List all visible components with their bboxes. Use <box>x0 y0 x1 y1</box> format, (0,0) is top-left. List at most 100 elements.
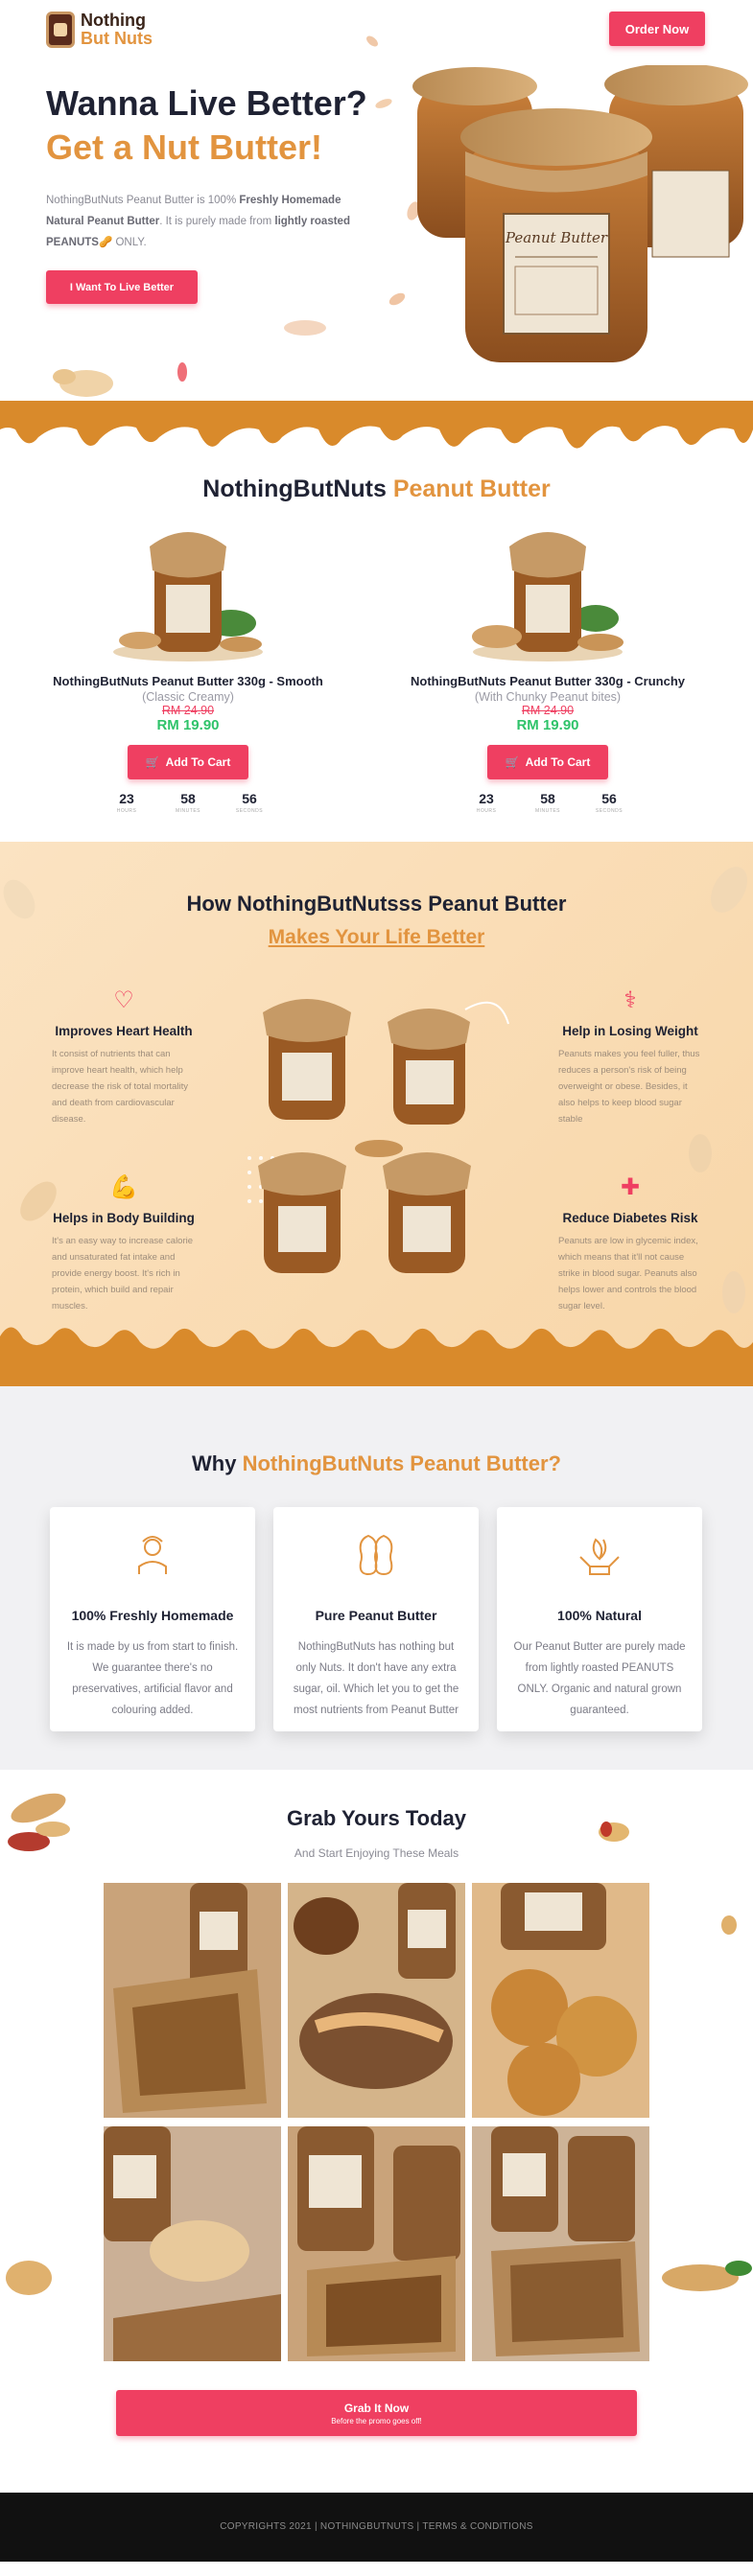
gallery-subtitle: And Start Enjoying These Meals <box>294 1846 459 1860</box>
grab-button-label: Grab It Now <box>343 2401 410 2415</box>
desc-part-3: . It is purely made from <box>159 216 275 227</box>
desc-part-5: PEANUTS <box>46 237 99 248</box>
product-old-price: RM 24.90 <box>161 704 215 717</box>
timer-unit: MINUTES <box>535 808 560 814</box>
timer-value: 58 <box>540 791 555 806</box>
svg-text:Peanut Butter: Peanut Butter <box>505 229 608 246</box>
grab-it-now-button[interactable]: Grab It Now Before the promo goes off! <box>116 2390 637 2436</box>
timer-minutes: 58 MINUTES <box>531 791 564 814</box>
feature-card-natural: 100% Natural Our Peanut Butter are purel… <box>497 1507 702 1731</box>
benefit-text: Peanuts are low in glycemic index, which… <box>558 1236 698 1311</box>
benefit-weight: ⚕ Help in Losing Weight Peanuts makes yo… <box>558 986 702 1127</box>
product-name: NothingButNuts Peanut Butter 330g - Smoo… <box>53 674 323 688</box>
feature-card-pure: Pure Peanut Butter NothingButNuts has no… <box>273 1507 479 1731</box>
benefits-bottom-drip <box>0 1327 753 1386</box>
timer-seconds: 56 SECONDS <box>233 791 266 814</box>
caramel-drip-divider <box>0 401 753 460</box>
brand-name: Nothing But Nuts <box>81 12 153 48</box>
feature-text: Our Peanut Butter are purely made from l… <box>513 1641 686 1716</box>
timer-hours: 23 HOURS <box>110 791 143 814</box>
footer: COPYRIGHTS 2021 | NOTHINGBUTNUTS | TERMS… <box>0 2493 753 2562</box>
weight-loss-icon: ⚕ <box>624 986 637 1013</box>
benefit-diabetes: ✚ Reduce Diabetes Risk Peanuts are low i… <box>558 1172 702 1314</box>
feature-text: It is made by us from start to finish. W… <box>66 1641 239 1716</box>
product-card-crunchy: NothingButNuts Peanut Butter 330g - Crun… <box>385 518 711 814</box>
brand-logo[interactable]: Nothing But Nuts <box>46 12 153 48</box>
benefit-title: Improves Heart Health <box>55 1024 193 1038</box>
gallery-photo-crackers[interactable] <box>472 1883 649 2118</box>
benefit-text: It consist of nutrients that can improve… <box>52 1049 189 1125</box>
products-title-part-1: NothingButNuts <box>202 476 393 502</box>
benefits-section: How NothingButNutsss Peanut Butter Makes… <box>0 842 753 1386</box>
hero-subtitle: Get a Nut Butter! <box>46 128 322 167</box>
timer-unit: HOURS <box>116 808 137 814</box>
benefit-text: It's an easy way to increase calorie and… <box>52 1236 194 1311</box>
heart-pulse-icon: ♡ <box>113 986 134 1013</box>
desc-part-6: ONLY. <box>112 237 147 248</box>
gallery-title: Grab Yours Today <box>286 1806 467 1830</box>
timer-value: 58 <box>180 791 196 806</box>
feature-text: NothingButNuts has nothing but only Nuts… <box>293 1641 459 1716</box>
benefit-body-building: 💪 Helps in Body Building It's an easy wa… <box>52 1172 196 1314</box>
benefit-heart: ♡ Improves Heart Health It consist of nu… <box>52 986 196 1127</box>
product-price: RM 19.90 <box>156 717 220 733</box>
add-to-cart-label: Add To Cart <box>525 755 591 769</box>
product-variant: (Classic Creamy) <box>142 690 234 704</box>
add-to-cart-button[interactable]: 🛒 Add To Cart <box>128 745 248 779</box>
center-jars-image <box>247 999 509 1273</box>
timer-value: 23 <box>479 791 494 806</box>
hero-description: NothingButNuts Peanut Butter is 100% Fre… <box>46 190 367 253</box>
products-title: NothingButNuts Peanut Butter <box>0 476 753 503</box>
gallery-photo-spread-bowl[interactable] <box>288 1883 465 2118</box>
hero-jars-image: Peanut Butter <box>412 65 748 362</box>
hero-section: Nothing But Nuts Order Now Wanna Live Be… <box>0 0 753 401</box>
product-variant: (With Chunky Peanut bites) <box>474 690 622 704</box>
gallery-photo-toast-stack[interactable] <box>288 2126 465 2361</box>
products-title-part-2: Peanut Butter <box>392 476 551 502</box>
timer-value: 23 <box>119 791 134 806</box>
gallery-photo-toast-jars[interactable] <box>104 1883 281 2118</box>
footer-text[interactable]: COPYRIGHTS 2021 | NOTHINGBUTNUTS | TERMS… <box>220 2521 533 2532</box>
order-now-button[interactable]: Order Now <box>609 12 705 46</box>
muscle-arm-icon: 💪 <box>109 1173 138 1200</box>
timer-minutes: 58 MINUTES <box>172 791 204 814</box>
why-title-part-2: NothingButNuts Peanut Butter? <box>242 1451 561 1475</box>
leaf-hands-icon <box>579 1538 620 1575</box>
feature-title: 100% Natural <box>557 1608 642 1623</box>
add-to-cart-label: Add To Cart <box>165 755 231 769</box>
benefit-text: Peanuts makes you feel fuller, thus redu… <box>558 1049 700 1125</box>
benefit-title: Help in Losing Weight <box>562 1024 698 1038</box>
product-old-price: RM 24.90 <box>521 704 575 717</box>
timer-seconds: 56 SECONDS <box>593 791 625 814</box>
timer-unit: MINUTES <box>176 808 200 814</box>
gallery-photo-bread-slices[interactable] <box>472 2126 649 2361</box>
product-image-crunchy[interactable] <box>466 518 629 661</box>
benefit-title: Helps in Body Building <box>53 1211 195 1225</box>
gallery-section: Grab Yours Today And Start Enjoying Thes… <box>0 1770 753 2493</box>
products-section: NothingButNuts Peanut Butter NothingButN… <box>0 460 753 842</box>
gallery-photo-spoon[interactable] <box>104 2126 281 2361</box>
live-better-button[interactable]: I Want To Live Better <box>46 270 198 304</box>
product-name: NothingButNuts Peanut Butter 330g - Crun… <box>410 674 685 688</box>
grab-button-sublabel: Before the promo goes off! <box>331 2416 422 2425</box>
blood-sugar-icon: ✚ <box>620 1173 641 1200</box>
hero-title: Wanna Live Better? <box>46 83 367 123</box>
product-image-smooth[interactable] <box>106 518 270 661</box>
benefits-title: How NothingButNutsss Peanut Butter <box>186 892 567 916</box>
timer-hours: 23 HOURS <box>470 791 503 814</box>
timer-unit: HOURS <box>476 808 497 814</box>
chef-icon <box>138 1536 167 1574</box>
add-to-cart-button[interactable]: 🛒 Add To Cart <box>487 745 608 779</box>
peanut-icon <box>359 1534 393 1576</box>
desc-part-1: NothingButNuts Peanut Butter is 100% <box>46 195 240 206</box>
timer-value: 56 <box>601 791 617 806</box>
why-title-part-1: Why <box>192 1451 243 1475</box>
product-card-smooth: NothingButNuts Peanut Butter 330g - Smoo… <box>25 518 351 814</box>
timer-unit: SECONDS <box>235 808 264 814</box>
countdown-timer: 23 HOURS 58 MINUTES 56 SECONDS <box>25 791 351 814</box>
desc-part-4: lightly roasted <box>274 216 350 227</box>
peanut-emoji-icon: 🥜 <box>98 237 113 248</box>
feature-card-homemade: 100% Freshly Homemade It is made by us f… <box>50 1507 255 1731</box>
cart-icon: 🛒 <box>505 755 520 769</box>
brand-line-1: Nothing <box>81 11 146 30</box>
